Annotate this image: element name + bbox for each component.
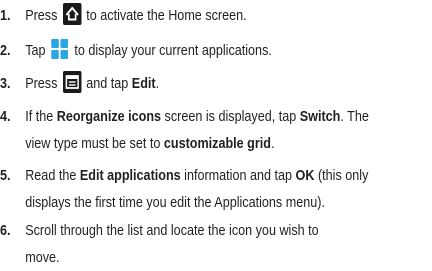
applications-grid-icon [51, 38, 69, 60]
step-number: 3. [0, 75, 11, 92]
step-number: 5. [0, 167, 11, 184]
menu-key-icon [62, 71, 82, 94]
step-text: If the Reorganize icons screen is displa… [25, 108, 369, 125]
step-number: 2. [0, 42, 11, 59]
step-text: Press and tap Edit. [25, 70, 159, 97]
instructions-page: 1. Press to activate the Home screen. 2.… [0, 0, 432, 271]
step-number: 4. [0, 108, 11, 125]
home-icon [62, 3, 82, 26]
step-text: Scroll through the list and locate the i… [25, 222, 319, 239]
step-number: 1. [0, 7, 11, 24]
step-text-continued: view type must be set to customizable gr… [25, 135, 275, 152]
step-text-continued: move. [25, 249, 60, 266]
step-text-continued: displays the first time you edit the App… [25, 194, 325, 211]
step-text: Tap to display your current applications… [25, 37, 272, 64]
step-text: Press to activate the Home screen. [25, 2, 247, 29]
step-number: 6. [0, 222, 11, 239]
step-text: Read the Edit applications information a… [25, 167, 369, 184]
